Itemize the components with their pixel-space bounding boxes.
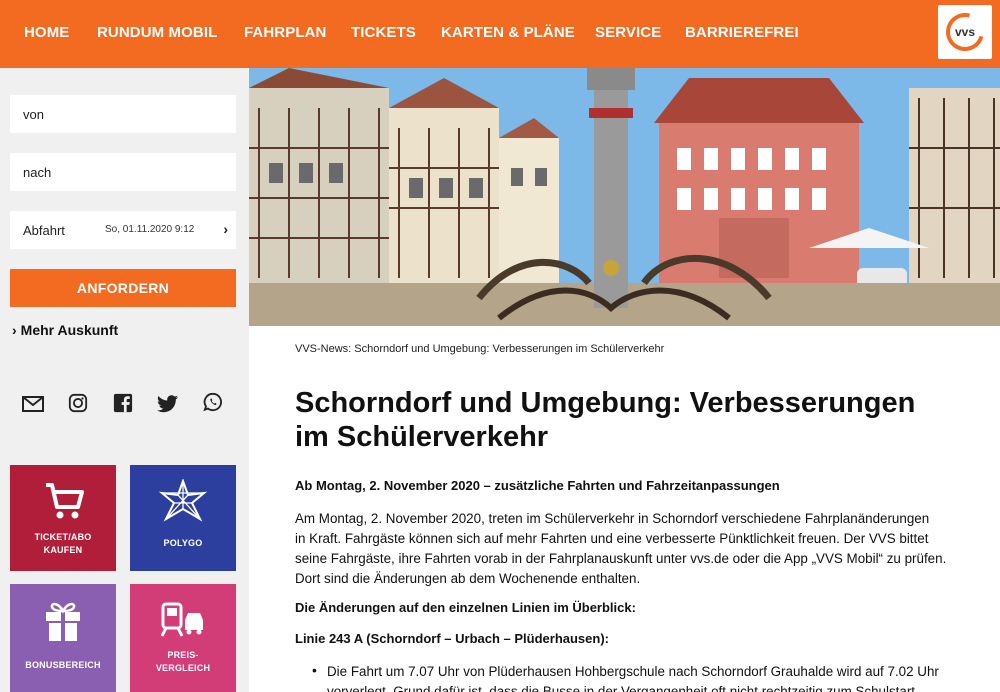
chevron-right-icon: › <box>12 322 17 338</box>
train-car-icon <box>160 602 203 637</box>
tile-label-line1: TICKET/ABO <box>34 532 92 542</box>
tile-label-line1: PREIS- <box>167 650 199 660</box>
overview-heading: Die Änderungen auf den einzelnen Linien … <box>295 600 636 615</box>
bullet-icon: • <box>312 662 317 678</box>
body-line: in Kraft. Fahrgäste können sich auf mehr… <box>295 531 929 546</box>
tile-ticket-abo[interactable]: TICKET/ABO KAUFEN <box>10 465 116 571</box>
bullet-line: vorverlegt. Grund dafür ist, dass die Bu… <box>327 684 916 692</box>
tile-label-line2: VERGLEICH <box>155 663 211 673</box>
chevron-right-icon: › <box>223 221 228 237</box>
article-subhead: Ab Montag, 2. November 2020 – zusätzlich… <box>295 478 780 493</box>
nav-rundum-mobil[interactable]: RUNDUM MOBIL <box>97 24 217 41</box>
page-title: Schorndorf und Umgebung: Verbesserungen … <box>295 386 985 454</box>
to-field[interactable]: nach <box>10 153 236 191</box>
nav-home[interactable]: HOME <box>24 24 69 41</box>
tile-label-line1: POLYGO <box>163 538 203 548</box>
top-navigation: HOME RUNDUM MOBIL FAHRPLAN TICKETS KARTE… <box>0 0 1000 68</box>
body-line: Dort sind die Änderungen ab dem Wochenen… <box>295 571 641 586</box>
sidebar: von nach Abfahrt So, 01.11.2020 9:12 › A… <box>0 68 249 692</box>
nav-karten-plaene[interactable]: KARTEN & PLÄNE <box>441 24 575 41</box>
logo-text: vvs <box>955 25 976 39</box>
whatsapp-icon[interactable] <box>202 392 224 412</box>
polygo-star-icon <box>158 479 208 522</box>
request-button[interactable]: ANFORDERN <box>10 269 236 307</box>
hero-image <box>249 68 1000 326</box>
departure-field[interactable]: Abfahrt So, 01.11.2020 9:12 › <box>10 211 236 249</box>
body-line: seine Fahrgäste, ihre Fahrten vorab in d… <box>295 551 947 566</box>
town-square-photo <box>249 68 1000 326</box>
nav-tickets[interactable]: TICKETS <box>351 24 416 41</box>
nav-fahrplan[interactable]: FAHRPLAN <box>244 24 326 41</box>
departure-value: So, 01.11.2020 9:12 <box>105 224 195 235</box>
more-info-label: Mehr Auskunft <box>20 322 119 338</box>
line-heading: Linie 243 A (Schorndorf – Urbach – Plüde… <box>295 631 609 646</box>
departure-label: Abfahrt <box>23 223 65 238</box>
article-body: Am Montag, 2. November 2020, treten im S… <box>295 509 993 589</box>
breadcrumb[interactable]: VVS-News: Schorndorf und Umgebung: Verbe… <box>295 343 664 355</box>
title-line2: im Schülerverkehr <box>295 421 549 453</box>
vvs-logo[interactable]: vvs <box>938 5 992 59</box>
tile-label-line2: KAUFEN <box>43 545 83 555</box>
nav-service[interactable]: SERVICE <box>595 24 661 41</box>
tile-preisvergleich[interactable]: PREIS- VERGLEICH <box>130 584 236 692</box>
tile-bonusbereich[interactable]: BONUSBEREICH <box>10 584 116 692</box>
from-field[interactable]: von <box>10 95 236 133</box>
bullet-line: Die Fahrt um 7.07 Uhr von Plüderhausen H… <box>327 664 939 679</box>
twitter-icon[interactable] <box>157 394 179 414</box>
tile-label-line1: BONUSBEREICH <box>25 660 101 670</box>
tile-polygo[interactable]: POLYGO <box>130 465 236 571</box>
instagram-icon[interactable] <box>67 393 89 413</box>
mail-icon[interactable] <box>22 394 44 414</box>
bullet-item: Die Fahrt um 7.07 Uhr von Plüderhausen H… <box>327 662 987 692</box>
more-info-link[interactable]: › Mehr Auskunft <box>12 322 118 338</box>
gift-icon <box>46 602 80 641</box>
to-label: nach <box>23 165 52 180</box>
nav-barrierefrei[interactable]: BARRIEREFREI <box>685 24 799 41</box>
body-line: Am Montag, 2. November 2020, treten im S… <box>295 511 930 526</box>
title-line1: Schorndorf und Umgebung: Verbesserungen <box>295 387 916 419</box>
facebook-icon[interactable] <box>112 393 134 413</box>
from-label: von <box>23 107 44 122</box>
shopping-cart-icon <box>46 483 84 519</box>
